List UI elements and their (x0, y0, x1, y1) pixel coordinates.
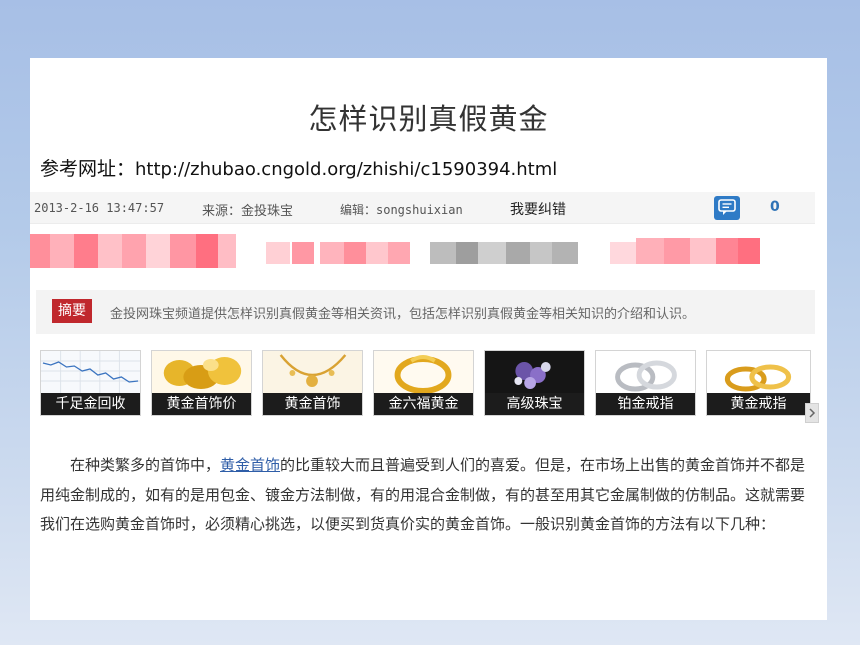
report-error-link[interactable]: 我要纠错 (510, 199, 566, 219)
gold-jewelry-thumbnail (152, 351, 251, 395)
thumbnail-item[interactable]: 铂金戒指 (595, 350, 696, 416)
article-body: 在种类繁多的首饰中，黄金首饰的比重较大而且普遍受到人们的喜爱。但是，在市场上出售… (40, 451, 811, 540)
thumbnail-item[interactable]: 千足金回收 (40, 350, 141, 416)
thumbnail-label: 黄金首饰价 (152, 393, 251, 415)
summary-text: 金投网珠宝频道提供怎样识别真假黄金等相关资讯，包括怎样识别真假黄金等相关知识的介… (110, 307, 696, 322)
page-title: 怎样识别真假黄金 (308, 102, 549, 136)
thumbnail-item[interactable]: 黄金首饰 (262, 350, 363, 416)
gold-necklace-thumbnail (263, 351, 362, 395)
thumbnail-label: 高级珠宝 (485, 393, 584, 415)
thumbnail-label: 千足金回收 (41, 393, 140, 415)
platinum-ring-thumbnail (596, 351, 695, 395)
summary-box: 摘要 金投网珠宝频道提供怎样识别真假黄金等相关资讯，包括怎样识别真假黄金等相关知… (36, 290, 815, 334)
thumbnail-item[interactable]: 金六福黄金 (373, 350, 474, 416)
thumbnail-label: 铂金戒指 (596, 393, 695, 415)
publish-datetime: 2013-2-16 13:47:57 (34, 201, 165, 215)
thumbnail-label: 金六福黄金 (374, 393, 473, 415)
reference-line: 参考网址：http://zhubao.cngold.org/zhishi/c15… (40, 154, 557, 181)
thumbnail-item[interactable]: 黄金戒指 (706, 350, 811, 416)
article-source: 来源：金投珠宝 (202, 204, 294, 219)
comment-bubble-icon (718, 199, 736, 215)
thumbnail-label: 黄金首饰 (263, 393, 362, 415)
fine-jewelry-thumbnail (485, 351, 584, 395)
gold-jewelry-link[interactable]: 黄金首饰 (220, 456, 280, 474)
slide-content: 怎样识别真假黄金 参考网址：http://zhubao.cngold.org/z… (30, 58, 827, 620)
pixelated-ad-banner (30, 234, 815, 272)
thumbnail-scroll-button[interactable] (805, 403, 819, 423)
chevron-right-icon (809, 408, 816, 418)
thumbnail-item[interactable]: 高级珠宝 (484, 350, 585, 416)
comment-button[interactable] (714, 196, 740, 220)
summary-tag: 摘要 (52, 299, 92, 323)
thumbnail-item[interactable]: 黄金首饰价 (151, 350, 252, 416)
price-chart-thumbnail (41, 351, 140, 395)
gold-ring-thumbnail (374, 351, 473, 395)
article-meta-bar: 2013-2-16 13:47:57 来源：金投珠宝 编辑：songshuixi… (30, 192, 815, 224)
comment-count: 0 (770, 199, 780, 215)
thumbnail-label: 黄金戒指 (707, 393, 810, 415)
article-editor: 编辑：songshuixian (340, 203, 463, 217)
gold-ring-pair-thumbnail (707, 351, 810, 395)
thumbnail-strip: 千足金回收 黄金首饰价 黄金首饰 金六福黄金 高级珠宝 铂金戒指 黄金戒指 (36, 350, 821, 422)
article-paragraph: 在种类繁多的首饰中，黄金首饰的比重较大而且普遍受到人们的喜爱。但是，在市场上出售… (40, 456, 806, 533)
reference-label: 参考网址： (40, 158, 136, 180)
reference-url[interactable]: http://zhubao.cngold.org/zhishi/c1590394… (135, 159, 557, 180)
